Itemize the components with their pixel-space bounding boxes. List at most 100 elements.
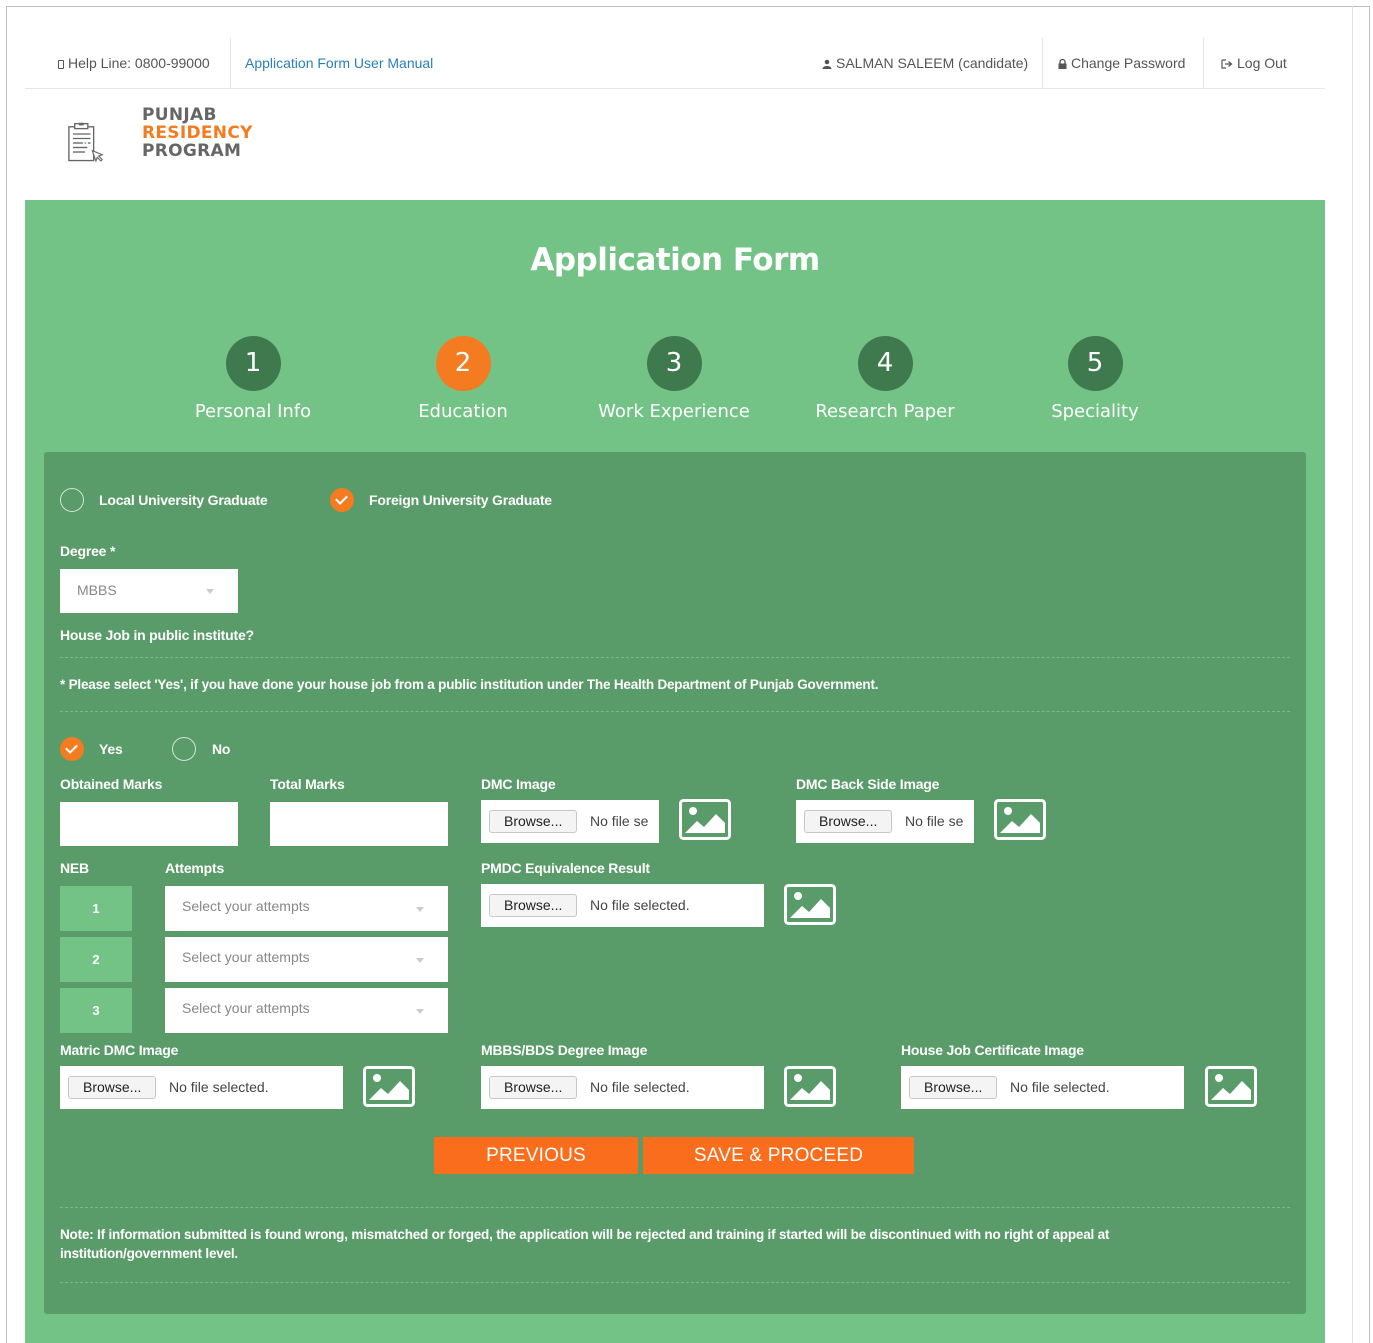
attempts-label: Attempts <box>165 860 225 876</box>
dmc-back-image-label: DMC Back Side Image <box>796 776 940 792</box>
browse-button[interactable]: Browse... <box>489 1076 578 1099</box>
logout-text: Log Out <box>1237 55 1287 71</box>
house-job-yes-label[interactable]: Yes <box>99 741 123 757</box>
save-proceed-button[interactable]: SAVE & PROCEED <box>643 1137 914 1174</box>
obtained-marks-label: Obtained Marks <box>60 776 163 792</box>
attempts-placeholder: Select your attempts <box>182 949 310 965</box>
chevron-down-icon <box>416 957 424 963</box>
user-manual-link[interactable]: Application Form User Manual <box>245 38 433 89</box>
attempts-placeholder: Select your attempts <box>182 898 310 914</box>
user-name[interactable]: SALMAN SALEEM (candidate) <box>822 38 1028 89</box>
attempts-select-1[interactable]: Select your attempts <box>165 886 448 931</box>
chevron-down-icon <box>206 589 214 594</box>
step-number: 2 <box>435 336 491 391</box>
browse-button[interactable]: Browse... <box>489 810 578 833</box>
attempts-select-2[interactable]: Select your attempts <box>165 937 448 982</box>
logout-link[interactable]: Log Out <box>1221 38 1287 89</box>
house-job-no-label[interactable]: No <box>212 741 230 757</box>
change-password-link[interactable]: Change Password <box>1058 38 1185 89</box>
step-personal-info[interactable]: 1 Personal Info <box>163 336 343 422</box>
lock-icon <box>1058 59 1067 69</box>
step-label: Work Experience <box>598 401 750 422</box>
local-graduate-radio[interactable] <box>60 488 84 512</box>
step-number: 3 <box>646 336 702 391</box>
obtained-marks-input[interactable] <box>60 802 238 846</box>
degree-label: Degree * <box>60 543 116 559</box>
browse-button[interactable]: Browse... <box>68 1076 157 1099</box>
step-research-paper[interactable]: 4 Research Paper <box>795 336 975 422</box>
degree-select-value: MBBS <box>77 582 117 598</box>
image-icon <box>363 1066 415 1107</box>
step-number: 5 <box>1067 336 1123 391</box>
logo-line-3: PROGRAM <box>142 141 242 161</box>
pmdc-file-input[interactable]: Browse... No file selected. <box>481 884 764 927</box>
top-bar: Help Line: 0800-99000 Application Form U… <box>25 38 1325 89</box>
neb-row-number: 2 <box>60 937 132 982</box>
logout-icon <box>1221 59 1233 69</box>
user-icon <box>822 59 832 69</box>
step-label: Personal Info <box>194 401 312 422</box>
previous-button[interactable]: PREVIOUS <box>434 1137 638 1174</box>
dmc-image-label: DMC Image <box>481 776 556 792</box>
neb-label: NEB <box>60 860 89 876</box>
house-job-question: House Job in public institute? <box>60 627 254 643</box>
degree-file-input[interactable]: Browse... No file selected. <box>481 1066 764 1109</box>
degree-select[interactable]: MBBS <box>60 569 238 613</box>
house-job-hint: * Please select 'Yes', if you have done … <box>60 677 879 692</box>
page: Help Line: 0800-99000 Application Form U… <box>25 38 1325 1343</box>
step-work-experience[interactable]: 3 Work Experience <box>584 336 764 422</box>
house-job-certificate-label: House Job Certificate Image <box>901 1042 1084 1058</box>
step-number: 1 <box>225 336 281 391</box>
pmdc-label: PMDC Equivalence Result <box>481 860 650 876</box>
browse-button[interactable]: Browse... <box>909 1076 998 1099</box>
education-panel: Local University Graduate Foreign Univer… <box>44 452 1306 1314</box>
local-graduate-label[interactable]: Local University Graduate <box>99 492 268 508</box>
step-number: 4 <box>857 336 913 391</box>
browse-button[interactable]: Browse... <box>804 810 893 833</box>
matric-dmc-label: Matric DMC Image <box>60 1042 179 1058</box>
chevron-down-icon <box>416 906 424 912</box>
image-icon <box>994 799 1046 840</box>
house-job-yes-radio[interactable] <box>60 737 84 761</box>
matric-file-input[interactable]: Browse... No file selected. <box>60 1066 343 1109</box>
image-icon <box>784 884 836 925</box>
form-title: Application Form <box>530 242 820 278</box>
file-status: No file selected. <box>590 897 690 913</box>
file-status: No file selected. <box>169 1079 269 1095</box>
step-label: Education <box>418 401 508 422</box>
degree-image-label: MBBS/BDS Degree Image <box>481 1042 648 1058</box>
logo-text: PUNJAB RESIDENCY PROGRAM <box>142 106 253 160</box>
foreign-graduate-radio[interactable] <box>330 488 354 512</box>
file-status: No file selected. <box>590 1079 690 1095</box>
user-name-text: SALMAN SALEEM (candidate) <box>836 55 1029 71</box>
form-section: Application Form 1 Personal Info 2 Educa… <box>25 200 1325 1343</box>
house-job-certificate-file-input[interactable]: Browse... No file selected. <box>901 1066 1184 1109</box>
attempts-select-3[interactable]: Select your attempts <box>165 988 448 1033</box>
helpline: Help Line: 0800-99000 <box>58 38 210 89</box>
file-status: No file se <box>590 813 649 829</box>
neb-row-number: 1 <box>60 886 132 931</box>
image-icon <box>679 799 731 840</box>
step-education[interactable]: 2 Education <box>373 336 553 422</box>
scrollbar-track[interactable] <box>1352 6 1353 1343</box>
attempts-placeholder: Select your attempts <box>182 1000 310 1016</box>
neb-row-number: 3 <box>60 988 132 1033</box>
dmc-file-input[interactable]: Browse... No file se <box>481 800 659 843</box>
house-job-no-radio[interactable] <box>172 737 196 761</box>
foreign-graduate-label[interactable]: Foreign University Graduate <box>369 492 552 508</box>
logo-line-1: PUNJAB <box>142 105 217 125</box>
image-icon <box>1205 1066 1257 1107</box>
step-label: Speciality <box>1051 401 1139 422</box>
total-marks-input[interactable] <box>270 802 448 846</box>
browse-button[interactable]: Browse... <box>489 894 578 917</box>
helpline-text: Help Line: 0800-99000 <box>68 55 210 71</box>
step-speciality[interactable]: 5 Speciality <box>1005 336 1185 422</box>
dmc-back-file-input[interactable]: Browse... No file se <box>796 800 974 843</box>
change-password-text: Change Password <box>1071 55 1186 71</box>
chevron-down-icon <box>416 1008 424 1014</box>
logo-line-2: RESIDENCY <box>142 123 253 143</box>
total-marks-label: Total Marks <box>270 776 345 792</box>
step-label: Research Paper <box>815 401 955 422</box>
image-icon <box>784 1066 836 1107</box>
file-status: No file se <box>905 813 964 829</box>
